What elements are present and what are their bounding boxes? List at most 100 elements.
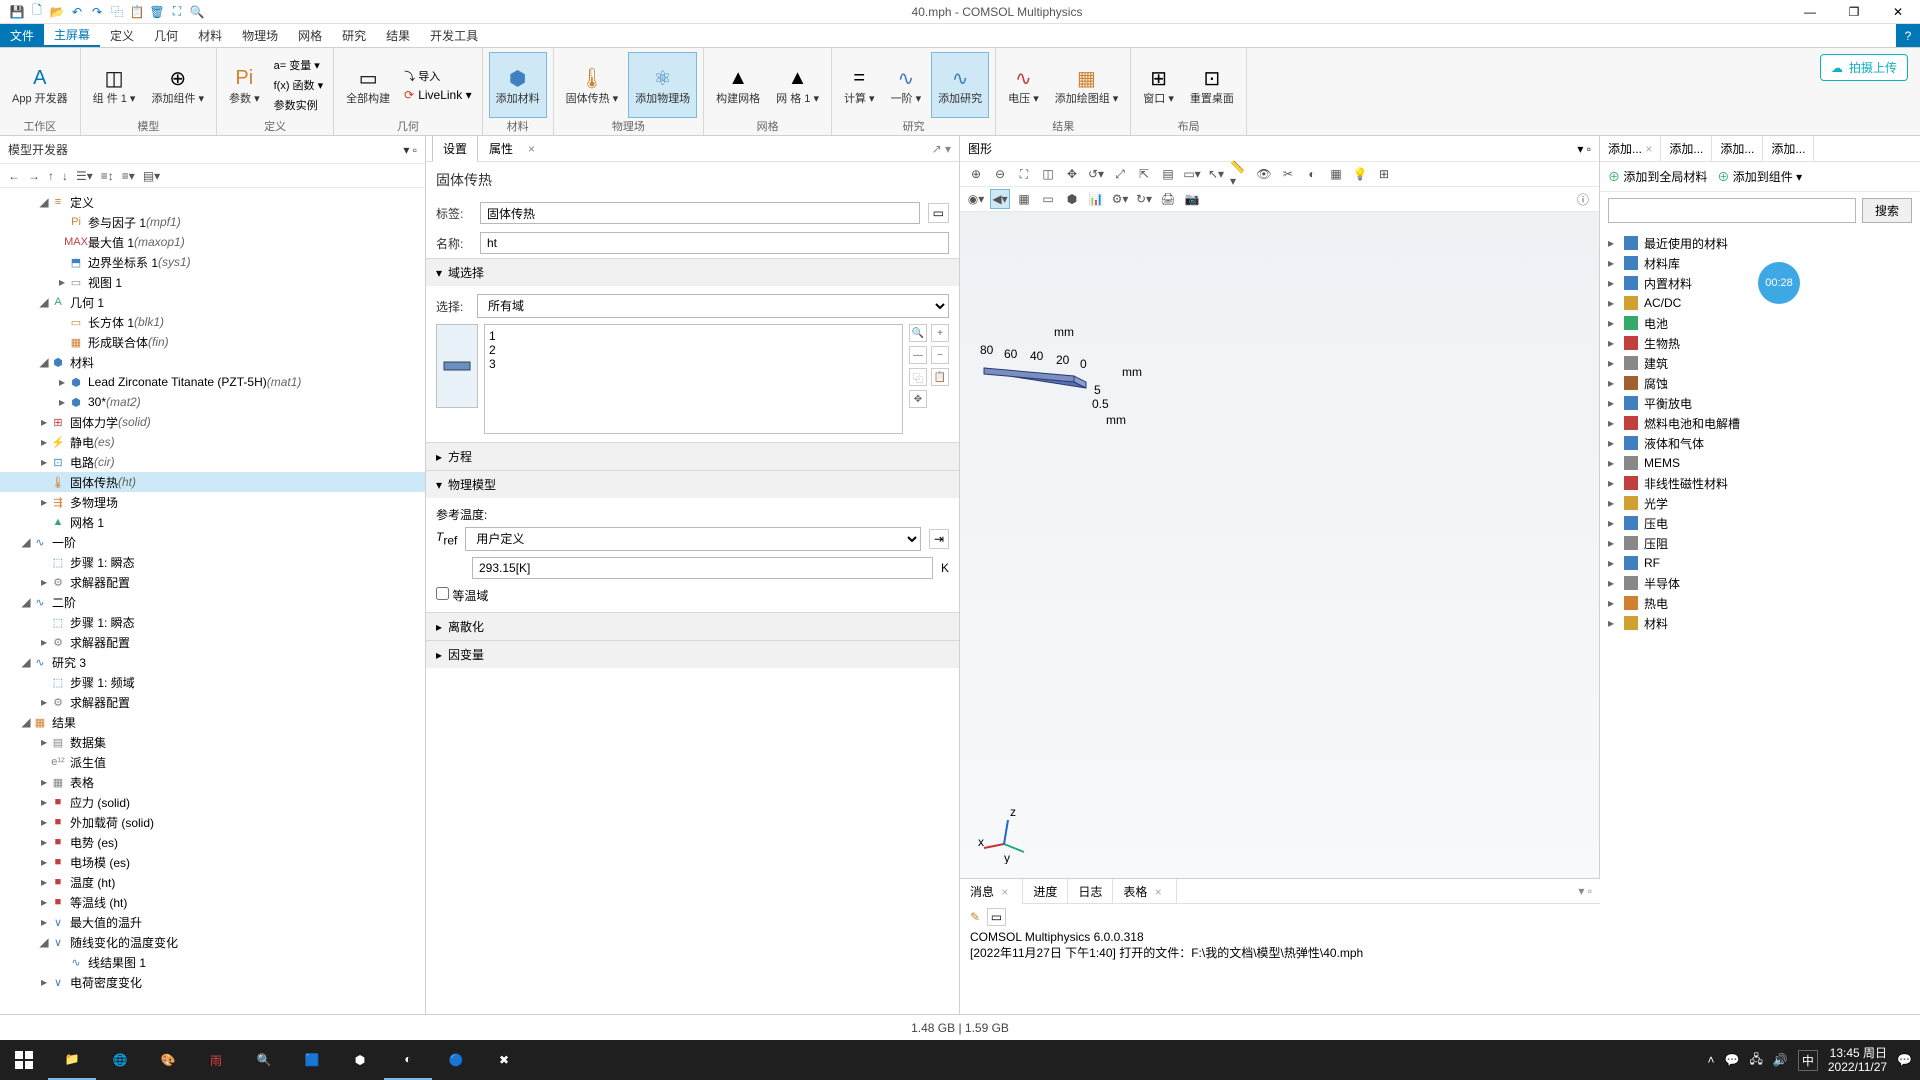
go-default-icon[interactable]: ⇱ (1134, 164, 1154, 184)
tree-node[interactable]: ▸⚙求解器配置 (0, 572, 425, 592)
params-button[interactable]: Pi参数 ▾ (223, 52, 266, 118)
mat-tab-2[interactable]: 添加... (1661, 136, 1712, 161)
tray-wechat-icon[interactable]: 💬 (1725, 1053, 1740, 1067)
measure-icon[interactable]: 📏▾ (1230, 164, 1250, 184)
menu-tab-geom[interactable]: 几何 (144, 24, 188, 47)
tree-node[interactable]: ◢A几何 1 (0, 292, 425, 312)
copy-sel-icon[interactable]: ⿻ (909, 368, 927, 386)
section-model-header[interactable]: ▾物理模型 (426, 471, 959, 498)
taskbar-app5[interactable]: ✖ (480, 1040, 528, 1080)
material-node[interactable]: ▸液体和气体 (1600, 433, 1920, 453)
taskbar-search[interactable]: 🔍 (240, 1040, 288, 1080)
section-equation-header[interactable]: ▸方程 (426, 443, 959, 470)
tree-node[interactable]: ▸⊞固体力学 (solid) (0, 412, 425, 432)
heat-transfer-button[interactable]: 🌡固体传热 ▾ (560, 52, 625, 118)
menu-tab-phys[interactable]: 物理场 (232, 24, 288, 47)
material-node[interactable]: ▸MEMS (1600, 453, 1920, 473)
go-xy-icon[interactable]: ⤢ (1110, 164, 1130, 184)
add-study-button[interactable]: ∿添加研究 (931, 52, 989, 118)
material-node[interactable]: ▸RF (1600, 553, 1920, 573)
tree-node[interactable]: ◢∨随线变化的温度变化 (0, 932, 425, 952)
tab-table[interactable]: 表格 × (1113, 879, 1176, 904)
view-list-icon[interactable]: ▤ (1158, 164, 1178, 184)
section-discretization-header[interactable]: ▸离散化 (426, 613, 959, 640)
upload-button[interactable]: ☁拍摄上传 (1820, 54, 1908, 81)
find-icon[interactable]: 🔍 (188, 3, 206, 21)
tree-node[interactable]: ▸⊡电路 (cir) (0, 452, 425, 472)
tree-node[interactable]: MAX最大值 1 (maxop1) (0, 232, 425, 252)
material-search-button[interactable]: 搜索 (1862, 198, 1912, 223)
tree-node[interactable]: ▸⚙求解器配置 (0, 632, 425, 652)
app-builder-button[interactable]: AApp 开发器 (6, 52, 74, 118)
taskbar-chrome[interactable]: 🌐 (96, 1040, 144, 1080)
tree-node[interactable]: e¹²派生值 (0, 752, 425, 772)
print-icon[interactable]: 🖨 (1158, 189, 1178, 209)
tree-node[interactable]: ▸▤数据集 (0, 732, 425, 752)
mat-tab-1[interactable]: 添加... × (1600, 136, 1661, 161)
show-material-icon[interactable]: ⬢ (1062, 189, 1082, 209)
add-sel-icon[interactable]: + (931, 324, 949, 342)
add-component-button[interactable]: ⊕添加组件 ▾ (145, 52, 210, 118)
build-mesh-button[interactable]: ▲构建网格 (710, 52, 766, 118)
variables-button[interactable]: a= 变量 ▾ (270, 56, 328, 74)
add-plot-group-button[interactable]: ▦添加绘图组 ▾ (1049, 52, 1125, 118)
tree-node[interactable]: ▸▦表格 (0, 772, 425, 792)
import-button[interactable]: ⤵ 导入 (400, 67, 475, 85)
menu-tab-def[interactable]: 定义 (100, 24, 144, 47)
tree-node[interactable]: ▸▭视图 1 (0, 272, 425, 292)
tree-node[interactable]: ▭长方体 1 (blk1) (0, 312, 425, 332)
material-node[interactable]: ▸最近使用的材料 (1600, 233, 1920, 253)
tab-settings[interactable]: 设置 (432, 135, 478, 162)
undo-icon[interactable]: ↶ (68, 3, 86, 21)
close-button[interactable]: ✕ (1876, 0, 1920, 24)
tree-node[interactable]: ▸■电势 (es) (0, 832, 425, 852)
material-node[interactable]: ▸压电 (1600, 513, 1920, 533)
domain-select[interactable]: 所有域 (477, 294, 949, 318)
open-icon[interactable]: 📂 (48, 3, 66, 21)
delete-icon[interactable]: 🗑 (148, 3, 166, 21)
menu-tab-results[interactable]: 结果 (376, 24, 420, 47)
tref-action-icon[interactable]: ⇥ (929, 529, 949, 549)
tree-node[interactable]: ◢▦结果 (0, 712, 425, 732)
start-button[interactable] (0, 1040, 48, 1080)
panel-opts-icon[interactable]: ↗ ▾ (932, 142, 959, 156)
clear-sel-icon[interactable]: — (909, 346, 927, 364)
close-props-icon[interactable]: × (524, 142, 539, 156)
panel-menu-icon[interactable]: ▾ ▫ (403, 143, 417, 157)
material-node[interactable]: ▸电池 (1600, 313, 1920, 333)
tray-notifications-icon[interactable]: 💬 (1897, 1053, 1912, 1067)
material-tree[interactable]: ▸最近使用的材料▸材料库▸内置材料▸AC/DC▸电池▸生物热▸建筑▸腐蚀▸平衡放… (1600, 229, 1920, 1014)
name-input[interactable] (480, 232, 949, 254)
transparency-icon[interactable]: ◐ (1302, 164, 1322, 184)
nav-fwd-icon[interactable]: → (28, 169, 40, 183)
zoom-box-icon[interactable]: ◫ (1038, 164, 1058, 184)
menu-tab-dev[interactable]: 开发工具 (420, 24, 488, 47)
tray-chevron-icon[interactable]: ˄ (1708, 1053, 1715, 1067)
study-step-button[interactable]: ∿一阶 ▾ (885, 52, 928, 118)
show-edges-icon[interactable]: ▭ (1038, 189, 1058, 209)
mat-tab-3[interactable]: 添加... (1712, 136, 1763, 161)
isothermal-checkbox[interactable]: 等温域 (436, 589, 488, 603)
tree-node[interactable]: ▸⬢Lead Zirconate Titanate (PZT-5H) (mat1… (0, 372, 425, 392)
menu-tab-mesh[interactable]: 网格 (288, 24, 332, 47)
select-icon[interactable]: ↖▾ (1206, 164, 1226, 184)
msg-tool2-icon[interactable]: ▭ (987, 908, 1006, 926)
graphics-canvas[interactable]: mm 80 60 40 20 0 mm 5 0.5 mm (960, 212, 1599, 878)
maximize-button[interactable]: ❐ (1832, 0, 1876, 24)
build-all-button[interactable]: ▭全部构建 (340, 52, 396, 118)
orthographic-icon[interactable]: ▭▾ (1182, 164, 1202, 184)
domain-list[interactable]: 1 2 3 (484, 324, 903, 434)
material-node[interactable]: ▸半导体 (1600, 573, 1920, 593)
new-icon[interactable]: 🗋 (28, 3, 46, 21)
material-node[interactable]: ▸生物热 (1600, 333, 1920, 353)
snapshot-icon[interactable]: 📷 (1182, 189, 1202, 209)
move-sel-icon[interactable]: ✥ (909, 390, 927, 408)
tree-node[interactable]: 🌡固体传热 (ht) (0, 472, 425, 492)
menu-tab-study[interactable]: 研究 (332, 24, 376, 47)
tree-node[interactable]: ▸⚙求解器配置 (0, 692, 425, 712)
windows-button[interactable]: ⊞窗口 ▾ (1137, 52, 1180, 118)
nav-up-icon[interactable]: ↑ (48, 169, 54, 183)
component-button[interactable]: ◫组 件 1 ▾ (87, 52, 142, 118)
tray-network-icon[interactable]: 🖧 (1750, 1050, 1763, 1071)
taskbar-app3[interactable]: ⬢ (336, 1040, 384, 1080)
